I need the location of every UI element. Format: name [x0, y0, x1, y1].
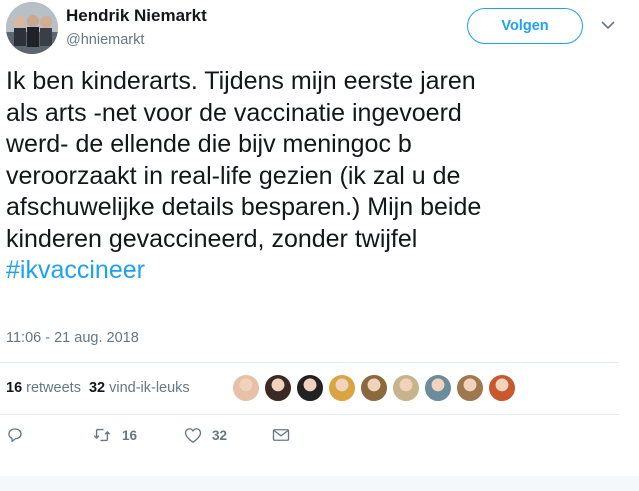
- tweet-actions: 16 32: [6, 426, 290, 444]
- likes-count: 32: [88, 380, 106, 396]
- tweet-text: Ik ben kinderarts. Tijdens mijn eerste j…: [6, 66, 634, 287]
- author-handle[interactable]: @hniemarkt: [66, 32, 144, 48]
- liker-avatar-3[interactable]: [296, 374, 324, 402]
- author-name[interactable]: Hendrik Niemarkt: [66, 6, 207, 26]
- divider: [0, 414, 619, 415]
- liker-avatars: [232, 374, 520, 402]
- reply-button[interactable]: [6, 426, 92, 444]
- direct-message-button[interactable]: [272, 427, 290, 443]
- bottom-bar: [0, 476, 639, 491]
- retweets-count: 16: [6, 380, 23, 396]
- engagement-stats: 16 retweets 32 vind-ik-leuks: [6, 380, 190, 396]
- liker-avatar-9[interactable]: [488, 374, 516, 402]
- likes-label: vind-ik-leuks: [109, 380, 190, 396]
- chevron-down-icon[interactable]: [600, 18, 616, 32]
- liker-avatar-5[interactable]: [360, 374, 388, 402]
- like-count: 32: [212, 427, 228, 443]
- tweet-line: kinderen gevaccineerd, zonder twijfel: [6, 224, 418, 253]
- liker-avatar-1[interactable]: [232, 374, 260, 402]
- tweet-line: Ik ben kinderarts. Tijdens mijn eerste j…: [6, 67, 476, 95]
- hashtag-link[interactable]: #ikvaccineer: [6, 255, 634, 287]
- tweet-timestamp[interactable]: 11:06 - 21 aug. 2018: [6, 330, 139, 346]
- tweet-line: afschuwelijke details besparen.) Mijn be…: [6, 193, 482, 221]
- envelope-icon: [272, 427, 290, 443]
- likes-stat[interactable]: 32 vind-ik-leuks: [89, 380, 190, 396]
- liker-avatar-7[interactable]: [424, 374, 452, 402]
- liker-avatar-2[interactable]: [264, 374, 292, 402]
- tweet-line: werd- de ellende die bijv meningoc b: [6, 130, 412, 158]
- retweets-label: retweets: [26, 380, 81, 396]
- author-avatar[interactable]: [6, 2, 58, 54]
- liker-avatar-6[interactable]: [392, 374, 420, 402]
- liker-avatar-4[interactable]: [328, 374, 356, 402]
- tweet-line: veroorzaakt in real-life gezien (ik zal …: [6, 161, 461, 190]
- retweet-icon: [92, 426, 112, 444]
- liker-avatar-8[interactable]: [456, 374, 484, 402]
- retweets-stat[interactable]: 16 retweets: [6, 380, 81, 396]
- divider: [0, 362, 619, 363]
- retweet-button[interactable]: 16: [92, 426, 184, 444]
- reply-icon: [6, 426, 24, 444]
- heart-icon: [184, 427, 202, 444]
- follow-button[interactable]: Volgen: [467, 8, 583, 44]
- user-avatar-group-photo: [6, 2, 58, 54]
- retweet-count: 16: [122, 427, 138, 443]
- like-button[interactable]: 32: [184, 427, 272, 444]
- tweet-line: als arts -net voor de vaccinatie ingevoe…: [6, 98, 462, 127]
